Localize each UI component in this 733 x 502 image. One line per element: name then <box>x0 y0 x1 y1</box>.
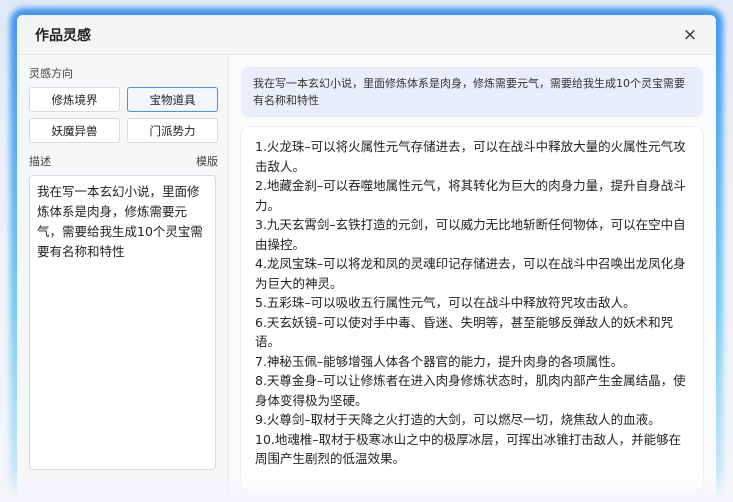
answer-item: 10.地魂椎–取材于极寒冰山之中的极厚冰层，可挥出冰锥打击敌人，并能够在周围产生… <box>255 431 682 467</box>
prompt-bubble: 我在写一本玄幻小说，里面修炼体系是肉身，修炼需要元气，需要给我生成10个灵宝需要… <box>241 67 703 117</box>
dialog-header: 作品灵感 × <box>17 15 716 55</box>
template-link[interactable]: 模版 <box>196 153 218 169</box>
left-panel: 灵感方向 修炼境界 宝物道具 妖魔异兽 门派势力 描述 模版 我在写一本玄幻小说… <box>17 55 229 502</box>
option-treasure-items[interactable]: 宝物道具 <box>127 87 218 112</box>
option-sect-forces[interactable]: 门派势力 <box>127 118 218 143</box>
answer-item: 6.天玄妖镜–可以使对手中毒、昏迷、失明等，甚至能够反弹敌人的妖术和咒语。 <box>255 314 674 350</box>
option-cultivation-realm[interactable]: 修炼境界 <box>29 87 120 112</box>
answer-item: 8.天尊金身–可以让修炼者在进入肉身修炼状态时，肌肉内部产生金属结晶，使身体变得… <box>255 373 686 408</box>
dialog-body: 灵感方向 修炼境界 宝物道具 妖魔异兽 门派势力 描述 模版 我在写一本玄幻小说… <box>17 55 716 502</box>
answer-card: 1.火龙珠–可以将火属性元气存储进去，可以在战斗中释放大量的火属性元气攻击敌人。… <box>241 127 703 491</box>
description-row: 描述 模版 <box>29 153 218 169</box>
close-icon[interactable]: × <box>680 25 700 45</box>
answer-item: 2.地藏金刹–可以吞噬地属性元气，将其转化为巨大的肉身力量，提升自身战斗力。 <box>255 178 686 213</box>
right-panel: 我在写一本玄幻小说，里面修炼体系是肉身，修炼需要元气，需要给我生成10个灵宝需要… <box>229 55 716 502</box>
option-demon-beasts[interactable]: 妖魔异兽 <box>29 118 120 143</box>
direction-label: 灵感方向 <box>29 67 73 80</box>
description-label: 描述 <box>29 155 51 168</box>
answer-item: 7.神秘玉佩–能够增强人体各个器官的能力，提升肉身的各项属性。 <box>255 353 624 369</box>
inspiration-dialog: 作品灵感 × 灵感方向 修炼境界 宝物道具 妖魔异兽 门派势力 描述 模版 我在… <box>17 15 716 502</box>
answer-item: 3.九天玄霄剑–玄铁打造的元剑，可以威力无比地斩断任何物体，可以在空中自由操控。 <box>255 217 686 252</box>
direction-options: 修炼境界 宝物道具 妖魔异兽 门派势力 <box>29 87 218 143</box>
answer-item: 5.五彩珠–可以吸收五行属性元气，可以在战斗中释放符咒攻击敌人。 <box>255 295 636 310</box>
dialog-title: 作品灵感 <box>35 27 91 44</box>
answer-item: 1.火龙珠–可以将火属性元气存储进去，可以在战斗中释放大量的火属性元气攻击敌人。 <box>255 139 686 174</box>
answer-item: 4.龙凤宝珠–可以将龙和凤的灵魂印记存储进去，可以在战斗中召唤出龙凤化身为巨大的… <box>255 256 686 291</box>
description-textarea[interactable]: 我在写一本玄幻小说，里面修炼体系是肉身，修炼需要元气，需要给我生成10个灵宝需要… <box>29 175 216 470</box>
answer-item: 9.火尊剑–取材于天降之火打造的大剑，可以燃尽一切，烧焦敌人的血液。 <box>255 412 661 427</box>
